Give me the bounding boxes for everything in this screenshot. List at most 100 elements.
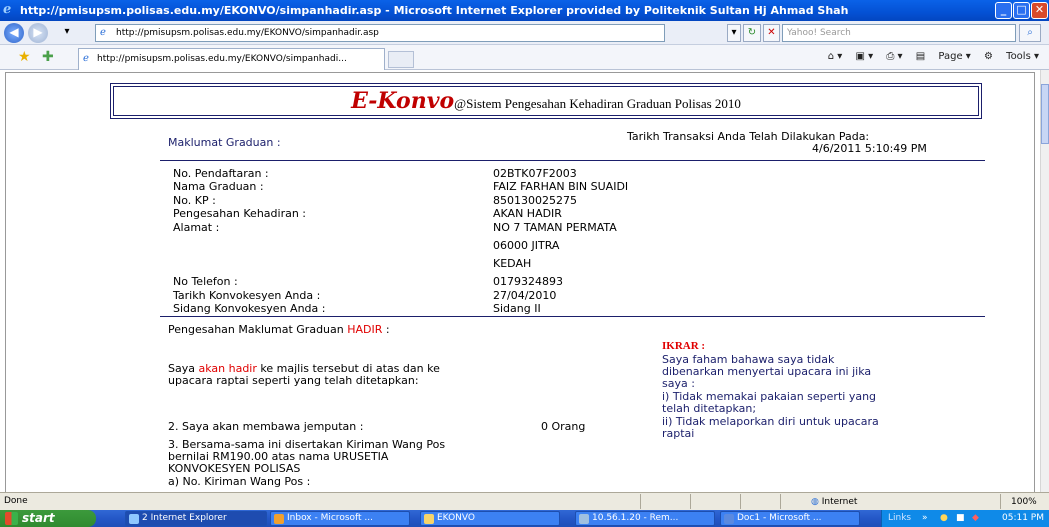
pengesahan-heading: Pengesahan Maklumat Graduan HADIR : [168, 323, 390, 336]
zoom-text: 100% [1011, 497, 1037, 507]
tools-menu-label: Tools [1006, 51, 1031, 62]
status-segment [640, 494, 660, 509]
tab-label: http://pmisupsm.polisas.edu.my/EKONVO/si… [97, 54, 347, 64]
ekonvo-logo: E-Konvo [351, 88, 455, 114]
divider [160, 160, 985, 161]
ikrar-line: telah ditetapkan; [662, 402, 757, 415]
browser-tab[interactable]: ℯ http://pmisupsm.polisas.edu.my/EKONVO/… [78, 48, 385, 70]
maklumat-label: Maklumat Graduan : [168, 136, 281, 149]
chevron-icon[interactable]: » [922, 510, 928, 527]
taskbar-button-ekonvo[interactable]: EKONVO [420, 511, 560, 526]
add-favorites-icon[interactable]: ✚ [42, 49, 54, 65]
field-label: Sidang Konvokesyen Anda : [173, 302, 326, 315]
field-value: 0179324893 [493, 275, 563, 288]
kiriman-line: KONVOKESYEN POLISAS [168, 462, 301, 475]
search-input[interactable]: Yahoo! Search [782, 24, 1016, 42]
ikrar-line: raptai [662, 427, 695, 440]
command-bar: ⌂ ▾ ▣ ▾ ⎙ ▾ ▤ Page ▾ ⚙ Tools ▾ [818, 49, 1039, 65]
field-label: Nama Graduan : [173, 180, 264, 193]
maximize-button[interactable]: □ [1013, 2, 1030, 19]
tab-toolbar: ★ ✚ ℯ http://pmisupsm.polisas.edu.my/EKO… [0, 45, 1049, 70]
zone-text: Internet [821, 497, 858, 507]
status-text: Done [4, 496, 28, 506]
taskbar-button-remote[interactable]: 10.56.1.20 - Rem... [575, 511, 715, 526]
back-button[interactable]: ◀ [4, 23, 24, 43]
page-icon: ℯ [100, 27, 106, 38]
word-icon [724, 514, 734, 524]
refresh-icon[interactable]: ↻ [743, 24, 761, 42]
transaksi-value: 4/6/2011 5:10:49 PM [812, 142, 927, 155]
title-bar: ℯ http://pmisupsm.polisas.edu.my/EKONVO/… [0, 0, 1049, 21]
outlook-icon [274, 514, 284, 524]
system-tray: Links » ● ■ ◆ 05:11 PM [881, 510, 1049, 527]
taskbar-button-doc[interactable]: Doc1 - Microsoft ... [720, 511, 860, 526]
field-label: No. Pendaftaran : [173, 167, 269, 180]
feeds-icon[interactable]: ▣ ▾ [856, 51, 874, 62]
tab-page-icon: ℯ [83, 53, 89, 64]
tools-menu[interactable]: ⚙ Tools ▾ [984, 51, 1039, 62]
field-value: NO 7 TAMAN PERMATA [493, 221, 617, 234]
page-header: E-Konvo@Sistem Pengesahan Kehadiran Grad… [110, 83, 982, 119]
home-icon[interactable]: ⌂ ▾ [828, 51, 843, 62]
field-label: No Telefon : [173, 275, 238, 288]
address-url: http://pmisupsm.polisas.edu.my/EKONVO/si… [116, 28, 379, 38]
tray-icon[interactable]: ◆ [972, 510, 979, 527]
address-toolbar: ◀ ▶ ▾ ℯ http://pmisupsm.polisas.edu.my/E… [0, 21, 1049, 45]
forward-button[interactable]: ▶ [28, 23, 48, 43]
jemputan-value: 0 Orang [541, 420, 586, 433]
zone-segment: ◍ Internet [780, 494, 930, 509]
field-value: 27/04/2010 [493, 289, 557, 302]
field-label: Alamat : [173, 221, 220, 234]
ikrar-line: ii) Tidak melaporkan diri untuk upacara [662, 415, 879, 428]
remote-desktop-icon [579, 514, 589, 524]
field-value: AKAN HADIR [493, 207, 562, 220]
search-icon[interactable]: ⌕ [1019, 24, 1041, 42]
start-button[interactable]: start [0, 510, 96, 527]
ie-icon: ℯ [3, 2, 12, 17]
history-dropdown-icon[interactable]: ▾ [60, 24, 74, 42]
address-field[interactable]: ℯ http://pmisupsm.polisas.edu.my/EKONVO/… [95, 24, 665, 42]
kiriman-no-label: a) No. Kiriman Wang Pos : [168, 475, 311, 488]
task-label: 10.56.1.20 - Rem... [592, 513, 679, 523]
zoom-control[interactable]: 100% [1000, 494, 1049, 509]
browser-window: ℯ http://pmisupsm.polisas.edu.my/EKONVO/… [0, 0, 1049, 527]
scroll-thumb[interactable] [1041, 84, 1049, 144]
minimize-button[interactable]: _ [995, 2, 1012, 19]
address-dropdown-icon[interactable]: ▾ [727, 24, 741, 42]
task-label: EKONVO [437, 513, 475, 523]
print-icon[interactable]: ⎙ ▾ [886, 51, 902, 62]
taskbar-button-ie[interactable]: 2 Internet Explorer [125, 511, 267, 526]
status-segment [740, 494, 770, 509]
status-segment [690, 494, 710, 509]
saya-line2: upacara raptai seperti yang telah diteta… [168, 374, 419, 387]
links-label[interactable]: Links [888, 510, 911, 527]
task-label: 2 Internet Explorer [142, 513, 227, 523]
field-value: FAIZ FARHAN BIN SUAIDI [493, 180, 629, 193]
vertical-scrollbar[interactable] [1040, 70, 1049, 492]
page-viewport: E-Konvo@Sistem Pengesahan Kehadiran Grad… [0, 70, 1040, 492]
taskbar-button-inbox[interactable]: Inbox - Microsoft ... [270, 511, 410, 526]
field-label: Pengesahan Kehadiran : [173, 207, 307, 220]
divider [160, 316, 985, 317]
window-title: http://pmisupsm.polisas.edu.my/EKONVO/si… [20, 4, 849, 17]
tray-icon[interactable]: ● [940, 510, 948, 527]
alamat-line: 06000 JITRA [493, 239, 560, 252]
tray-icon[interactable]: ■ [956, 510, 965, 527]
pengesahan-colon: : [385, 323, 390, 336]
page-menu-label: Page [938, 51, 963, 62]
field-value: 02BTK07F2003 [493, 167, 577, 180]
windows-flag-icon [5, 512, 18, 525]
close-button[interactable]: ✕ [1031, 2, 1048, 19]
page-subtitle: @Sistem Pengesahan Kehadiran Graduan Pol… [454, 96, 741, 111]
field-value: 850130025275 [493, 194, 577, 207]
pengesahan-status: HADIR [347, 323, 383, 336]
stop-icon[interactable]: ✕ [763, 24, 780, 42]
field-label: Tarikh Konvokesyen Anda : [173, 289, 321, 302]
task-label: Inbox - Microsoft ... [287, 513, 373, 523]
favorites-star-icon[interactable]: ★ [18, 49, 31, 65]
field-value: Sidang II [493, 302, 541, 315]
new-tab-button[interactable] [388, 51, 414, 68]
folder-icon [424, 514, 434, 524]
task-label: Doc1 - Microsoft ... [737, 513, 822, 523]
page-menu[interactable]: ▤ Page ▾ [916, 51, 971, 62]
